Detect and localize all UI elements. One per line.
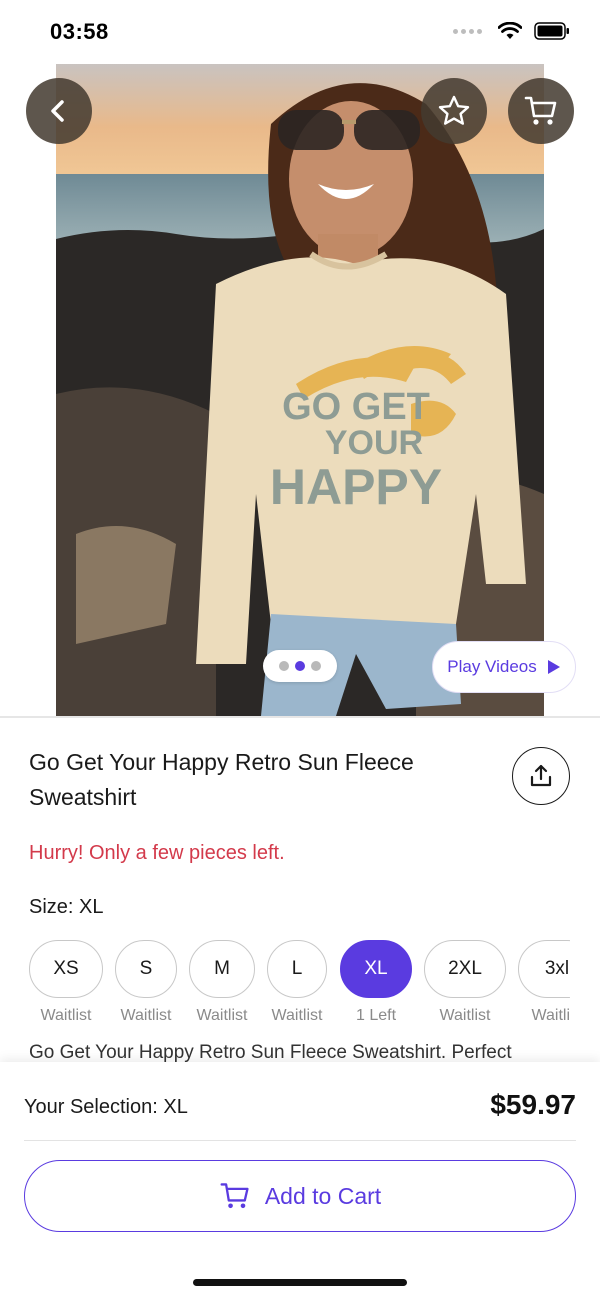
size-option-3xl[interactable]: 3xl Waitlist (518, 940, 570, 1025)
share-icon (530, 764, 552, 787)
add-to-cart-button[interactable]: Add to Cart (24, 1160, 576, 1232)
product-title: Go Get Your Happy Retro Sun Fleece Sweat… (29, 749, 414, 810)
size-option-m[interactable]: M Waitlist (189, 940, 255, 1025)
cart-icon (524, 96, 557, 125)
status-time: 03:58 (50, 19, 109, 44)
size-status: Waitlist (271, 1007, 323, 1024)
pager-dot[interactable] (311, 661, 321, 671)
svg-text:GO GET: GO GET (282, 386, 430, 428)
wifi-icon (498, 22, 522, 39)
star-icon (438, 95, 470, 125)
signal-icon (453, 28, 482, 34)
size-status: Waitlist (40, 1007, 92, 1024)
size-selector: XS Waitlist S Waitlist M Waitlist L Wait… (29, 940, 570, 1030)
size-status: Waitlist (196, 1007, 248, 1024)
size-pill[interactable]: M (189, 940, 255, 998)
size-option-xl[interactable]: XL 1 Left (340, 940, 412, 1025)
battery-icon (534, 22, 569, 40)
play-icon (547, 660, 560, 674)
size-option-xs[interactable]: XS Waitlist (29, 940, 103, 1025)
svg-text:HAPPY: HAPPY (270, 459, 442, 515)
play-videos-label: Play Videos (447, 657, 537, 676)
share-button[interactable] (512, 747, 570, 805)
size-status: Waitlist (531, 1007, 570, 1024)
product-image[interactable]: GO GET YOUR HAPPY (56, 64, 544, 716)
size-status: Waitlist (120, 1007, 172, 1024)
size-pill[interactable]: S (115, 940, 177, 998)
favorite-button[interactable] (421, 78, 487, 144)
pager-dot-active[interactable] (295, 661, 305, 671)
play-videos-button[interactable]: Play Videos (432, 641, 576, 693)
status-icons (453, 22, 570, 40)
size-label: Size: XL (29, 896, 104, 918)
pager-dot[interactable] (279, 661, 289, 671)
checkout-panel: Your Selection: XL $59.97 Add to Cart (0, 1062, 600, 1299)
size-pill[interactable]: 3xl (518, 940, 570, 998)
size-pill-selected[interactable]: XL (340, 940, 412, 998)
size-option-2xl[interactable]: 2XL Waitlist (424, 940, 506, 1025)
size-pill[interactable]: 2XL (424, 940, 506, 998)
product-description: Go Get Your Happy Retro Sun Fleece Sweat… (29, 1042, 512, 1063)
size-pill[interactable]: L (267, 940, 327, 998)
status-bar: 03:58 (0, 0, 600, 64)
size-status: 1 Left (355, 1007, 397, 1024)
cart-icon (220, 1183, 249, 1209)
size-pill[interactable]: XS (29, 940, 103, 998)
svg-text:YOUR: YOUR (325, 424, 423, 462)
home-indicator[interactable] (193, 1279, 407, 1286)
divider (24, 1140, 576, 1141)
back-button[interactable] (26, 78, 92, 144)
selection-summary: Your Selection: XL (24, 1096, 188, 1118)
price: $59.97 (490, 1089, 576, 1120)
image-pager[interactable] (263, 650, 337, 682)
stock-warning: Hurry! Only a few pieces left. (29, 842, 285, 864)
size-option-l[interactable]: L Waitlist (267, 940, 327, 1025)
selected-size: XL (79, 896, 104, 918)
add-to-cart-label: Add to Cart (264, 1182, 382, 1209)
divider (0, 716, 600, 718)
size-status: Waitlist (439, 1007, 491, 1024)
cart-button[interactable] (508, 78, 574, 144)
chevron-left-icon (51, 100, 64, 122)
size-option-s[interactable]: S Waitlist (115, 940, 177, 1025)
